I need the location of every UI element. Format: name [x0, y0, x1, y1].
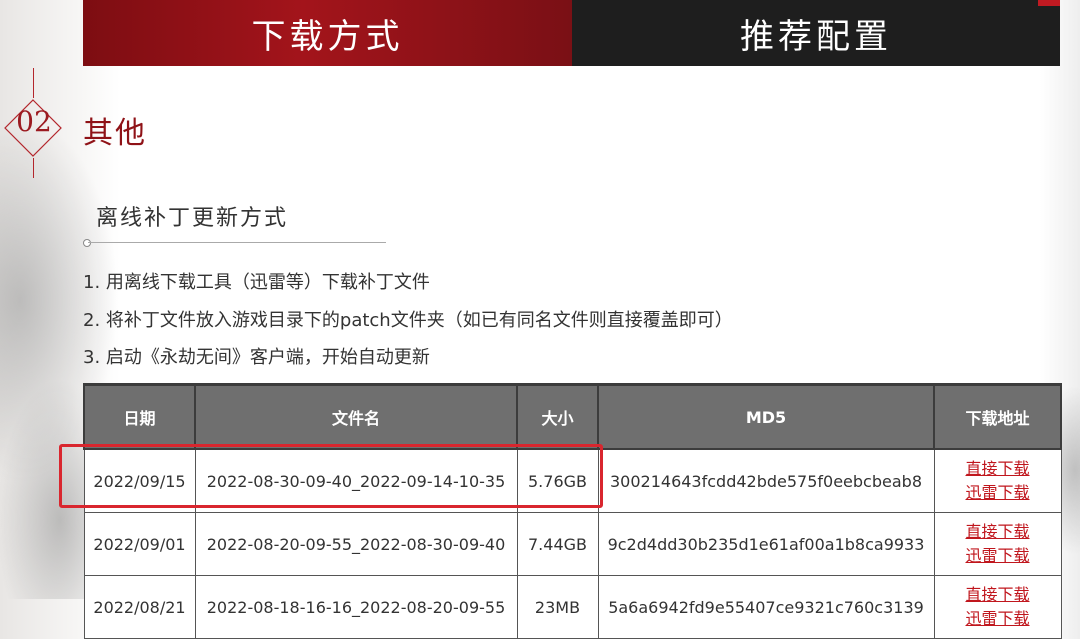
column-header-date: 日期 — [83, 383, 196, 450]
instruction-step: 1. 用离线下载工具（迅雷等）下载补丁文件 — [83, 272, 430, 293]
instruction-list: 1. 用离线下载工具（迅雷等）下载补丁文件 2. 将补丁文件放入游戏目录下的pa… — [83, 264, 733, 377]
cell-size: 5.76GB — [516, 448, 599, 513]
subsection-title: 离线补丁更新方式 — [96, 206, 289, 231]
column-header-size: 大小 — [516, 383, 599, 450]
patch-table: 日期 文件名 大小 MD5 下载地址 2022/09/15 2022-08-30… — [83, 383, 1062, 639]
thunder-download-link[interactable]: 迅雷下载 — [936, 544, 1060, 568]
cell-filename: 2022-08-30-09-40_2022-09-14-10-35 — [194, 448, 518, 513]
decorative-line — [33, 158, 34, 178]
cell-md5: 300214643fcdd42bde575f0eebcbeab8 — [597, 448, 935, 513]
cell-date: 2022/09/15 — [83, 448, 196, 513]
cell-size: 7.44GB — [516, 512, 599, 576]
table-row: 2022/09/15 2022-08-30-09-40_2022-09-14-1… — [83, 448, 1062, 513]
column-header-md5: MD5 — [597, 383, 935, 450]
cell-filename: 2022-08-18-16-16_2022-08-20-09-55 — [194, 575, 518, 639]
table-row: 2022/08/21 2022-08-18-16-16_2022-08-20-0… — [83, 575, 1062, 639]
cell-md5: 5a6a6942fd9e55407ce9321c760c3139 — [597, 575, 935, 639]
instruction-step: 2. 将补丁文件放入游戏目录下的patch文件夹（如已有同名文件则直接覆盖即可） — [83, 309, 733, 331]
cell-download-links: 直接下载 迅雷下载 — [933, 575, 1062, 639]
tab-download-method[interactable]: 下载方式 — [83, 0, 572, 66]
direct-download-link[interactable]: 直接下载 — [936, 520, 1060, 544]
table-header-row: 日期 文件名 大小 MD5 下载地址 — [83, 383, 1062, 450]
table-row: 2022/09/01 2022-08-20-09-55_2022-08-30-0… — [83, 512, 1062, 576]
column-header-download: 下载地址 — [933, 383, 1062, 450]
direct-download-link[interactable]: 直接下载 — [936, 583, 1060, 607]
cell-md5: 9c2d4dd30b235d1e61af00a1b8ca9933 — [597, 512, 935, 576]
section-number: 02 — [16, 105, 52, 138]
column-header-filename: 文件名 — [194, 383, 518, 450]
cell-date: 2022/09/01 — [83, 512, 196, 576]
thunder-download-link[interactable]: 迅雷下载 — [936, 481, 1060, 505]
instruction-step: 3. 启动《永劫无间》客户端，开始自动更新 — [83, 347, 430, 368]
cell-size: 23MB — [516, 575, 599, 639]
tab-bar: 下载方式 推荐配置 — [83, 0, 1060, 66]
patch-table-container: 日期 文件名 大小 MD5 下载地址 2022/09/15 2022-08-30… — [83, 383, 1062, 639]
section-title: 其他 — [83, 116, 147, 151]
thunder-download-link[interactable]: 迅雷下载 — [936, 607, 1060, 631]
tab-recommended-config[interactable]: 推荐配置 — [572, 0, 1060, 66]
corner-accent — [1038, 0, 1060, 6]
cell-download-links: 直接下载 迅雷下载 — [933, 448, 1062, 513]
direct-download-link[interactable]: 直接下载 — [936, 457, 1060, 481]
divider-dot — [83, 239, 91, 247]
divider — [88, 242, 386, 243]
cell-download-links: 直接下载 迅雷下载 — [933, 512, 1062, 576]
decorative-line — [33, 68, 34, 98]
cell-filename: 2022-08-20-09-55_2022-08-30-09-40 — [194, 512, 518, 576]
cell-date: 2022/08/21 — [83, 575, 196, 639]
